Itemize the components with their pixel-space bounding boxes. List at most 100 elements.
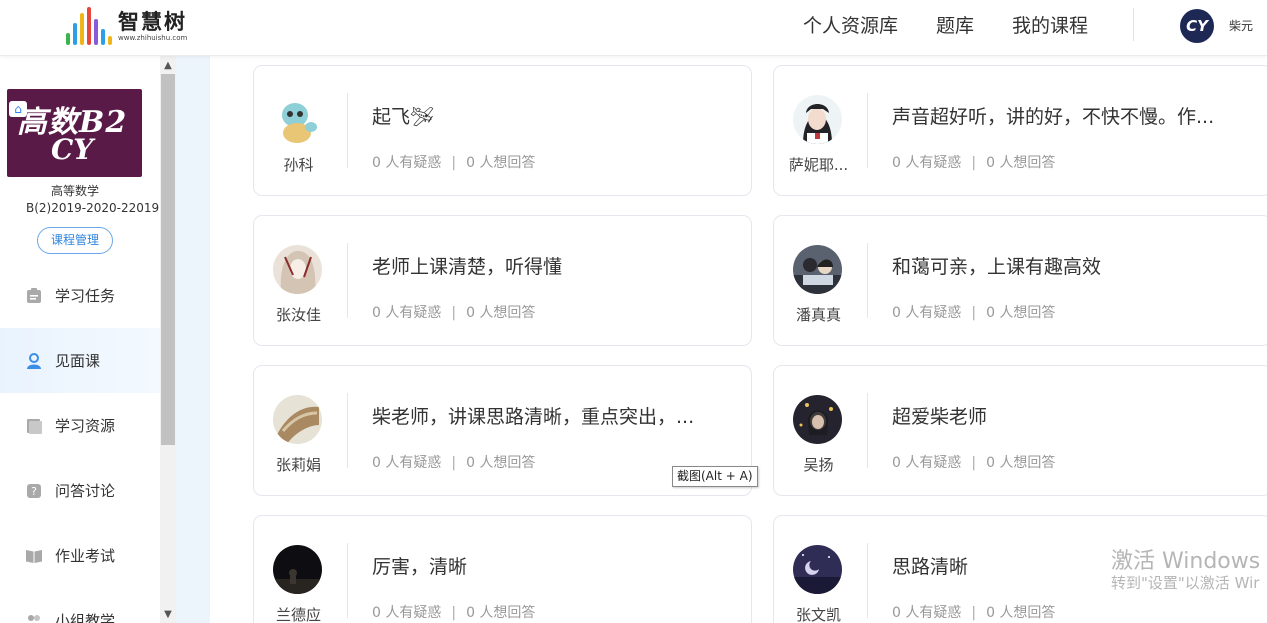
card-user: 张莉娟 [254, 366, 347, 495]
nav-my-courses[interactable]: 我的课程 [1012, 12, 1088, 40]
question-card[interactable]: 潘真真 和蔼可亲，上课有趣高效 0 人有疑惑 | 0 人想回答 [773, 215, 1267, 346]
sidebar-item-resources[interactable]: 学习资源 [0, 393, 160, 458]
card-user: 潘真真 [774, 216, 867, 345]
user-avatar[interactable] [273, 545, 322, 594]
card-stats: 0 人有疑惑 | 0 人想回答 [892, 305, 1056, 321]
question-card[interactable]: 兰德应 厉害，清晰 0 人有疑惑 | 0 人想回答 [253, 515, 752, 623]
answer-count: 0 人想回答 [986, 155, 1056, 171]
card-user: 吴扬 [774, 366, 867, 495]
question-card[interactable]: 孙科 起飞🛩 0 人有疑惑 | 0 人想回答 [253, 65, 752, 196]
user-avatar[interactable] [273, 395, 322, 444]
user-avatar[interactable] [273, 95, 322, 144]
card-user-name: 张文凯 [795, 606, 841, 623]
card-divider [867, 543, 868, 618]
card-stats: 0 人有疑惑 | 0 人想回答 [372, 155, 536, 171]
header-divider [1133, 8, 1134, 41]
course-name: 高等数学 [50, 184, 99, 198]
doubt-count: 0 人有疑惑 [372, 455, 442, 471]
nav-question-bank[interactable]: 题库 [936, 12, 974, 40]
card-user-name: 吴扬 [803, 456, 834, 474]
course-code: B(2)2019-2020-22019 [26, 201, 160, 215]
card-divider [347, 543, 348, 618]
card-title[interactable]: 起飞🛩 [372, 102, 737, 129]
card-title[interactable]: 声音超好听，讲的好，不快不慢。作... [892, 102, 1257, 129]
question-card[interactable]: 张汝佳 老师上课清楚，听得懂 0 人有疑惑 | 0 人想回答 [253, 215, 752, 346]
card-user-name: 张汝佳 [275, 306, 321, 324]
scroll-down-icon[interactable]: ▼ [160, 607, 176, 623]
book-icon [24, 546, 44, 566]
doubt-count: 0 人有疑惑 [892, 605, 962, 621]
sidebar-item-group[interactable]: 小组教学 [0, 588, 160, 623]
doubt-count: 0 人有疑惑 [892, 305, 962, 321]
doubt-count: 0 人有疑惑 [372, 305, 442, 321]
card-divider [347, 393, 348, 468]
answer-count: 0 人想回答 [986, 605, 1056, 621]
logo-bars-icon [66, 7, 112, 45]
card-divider [867, 93, 868, 168]
content-gutter [176, 56, 210, 623]
card-user-name: 孙科 [283, 156, 314, 174]
doubt-count: 0 人有疑惑 [372, 605, 442, 621]
activation-watermark-subtitle: 转到"设置"以激活 Wir [1111, 574, 1260, 592]
answer-count: 0 人想回答 [986, 455, 1056, 471]
user-name[interactable]: 柴元 [1229, 17, 1253, 34]
task-icon [24, 286, 44, 306]
card-stats: 0 人有疑惑 | 0 人想回答 [372, 455, 536, 471]
sidebar-item-label: 问答讨论 [55, 482, 116, 500]
user-avatar[interactable] [793, 395, 842, 444]
user-avatar[interactable] [793, 245, 842, 294]
card-stats: 0 人有疑惑 | 0 人想回答 [372, 305, 536, 321]
card-divider [347, 243, 348, 318]
sidebar-menu: 学习任务 见面课 学习资源 ? 问答讨论 作业考试 小组教学 [0, 263, 160, 623]
card-divider [347, 93, 348, 168]
card-user-name: 兰德应 [275, 606, 321, 623]
activation-watermark-title: 激活 Windows [1111, 549, 1261, 574]
card-user: 萨妮耶... [774, 66, 867, 195]
question-card[interactable]: 吴扬 超爱柴老师 0 人有疑惑 | 0 人想回答 [773, 365, 1267, 496]
user-avatar[interactable] [793, 545, 842, 594]
card-title[interactable]: 超爱柴老师 [892, 402, 1257, 429]
scroll-up-icon[interactable]: ▲ [160, 58, 176, 74]
user-avatar[interactable] [793, 95, 842, 144]
sidebar-scrollbar[interactable]: ▲ ▼ [160, 56, 176, 623]
screenshot-tooltip: 截图(Alt + A) [672, 466, 758, 487]
nav-personal-resources[interactable]: 个人资源库 [803, 12, 898, 40]
card-stats: 0 人有疑惑 | 0 人想回答 [892, 155, 1056, 171]
zhihuishu-logo[interactable]: 智慧树 www.zhihuishu.com [66, 4, 187, 48]
answer-count: 0 人想回答 [466, 455, 536, 471]
card-title[interactable]: 柴老师，讲课思路清晰，重点突出，... [372, 402, 737, 429]
person-icon [24, 351, 44, 371]
card-stats: 0 人有疑惑 | 0 人想回答 [892, 605, 1056, 621]
course-manage-button[interactable]: 课程管理 [37, 227, 113, 254]
sidebar-item-homework[interactable]: 作业考试 [0, 523, 160, 588]
user-avatar[interactable]: CY [1180, 9, 1214, 43]
doubt-count: 0 人有疑惑 [892, 155, 962, 171]
sidebar-item-label: 小组教学 [55, 612, 116, 623]
card-title[interactable]: 老师上课清楚，听得懂 [372, 252, 737, 279]
card-title[interactable]: 和蔼可亲，上课有趣高效 [892, 252, 1257, 279]
card-user: 张文凯 [774, 516, 867, 623]
card-title[interactable]: 厉害，清晰 [372, 552, 737, 579]
sidebar-item-label: 学习任务 [55, 287, 116, 305]
sidebar-item-tasks[interactable]: 学习任务 [0, 263, 160, 328]
answer-count: 0 人想回答 [466, 305, 536, 321]
top-nav: 个人资源库 题库 我的课程 [803, 12, 1126, 40]
doubt-count: 0 人有疑惑 [372, 155, 442, 171]
logo-name: 智慧树 [118, 9, 187, 34]
scroll-thumb[interactable] [161, 74, 175, 445]
sidebar-item-live-class[interactable]: 见面课 [0, 328, 160, 393]
card-user-name: 潘真真 [795, 306, 841, 324]
question-card[interactable]: 萨妮耶... 声音超好听，讲的好，不快不慢。作... 0 人有疑惑 | 0 人想回答 [773, 65, 1267, 196]
card-user-name: 张莉娟 [275, 456, 321, 474]
card-divider [867, 393, 868, 468]
card-user-name: 萨妮耶... [788, 156, 849, 174]
sidebar-item-qa[interactable]: ? 问答讨论 [0, 458, 160, 523]
sidebar-item-label: 作业考试 [55, 547, 116, 565]
course-cover[interactable]: ⌂ 高数B2 CY [7, 89, 142, 177]
resource-icon [24, 416, 44, 436]
card-user: 孙科 [254, 66, 347, 195]
card-divider [867, 243, 868, 318]
group-icon [24, 611, 44, 623]
top-header: 智慧树 www.zhihuishu.com 个人资源库 题库 我的课程 CY 柴… [0, 0, 1267, 56]
user-avatar[interactable] [273, 245, 322, 294]
